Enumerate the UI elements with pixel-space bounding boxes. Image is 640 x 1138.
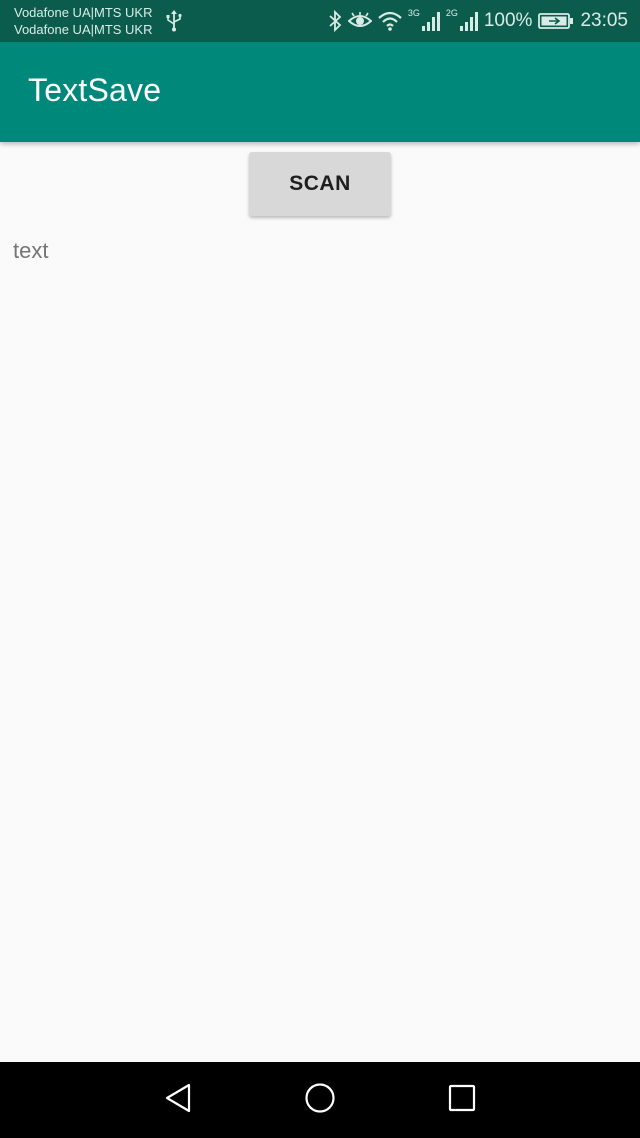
scan-button[interactable]: SCAN xyxy=(249,152,391,216)
home-icon xyxy=(304,1082,336,1118)
carrier-label-2: Vodafone UA|MTS UKR xyxy=(14,22,153,37)
status-bar: Vodafone UA|MTS UKR Vodafone UA|MTS UKR xyxy=(0,0,640,42)
back-button[interactable] xyxy=(158,1080,198,1120)
app-bar: TextSave xyxy=(0,42,640,142)
clock: 23:05 xyxy=(580,10,628,31)
carrier-label-1: Vodafone UA|MTS UKR xyxy=(14,5,153,20)
signal-icon xyxy=(421,11,440,31)
scanned-text-output: text xyxy=(13,238,49,263)
battery-percent: 100% xyxy=(483,10,533,31)
recents-icon xyxy=(448,1084,476,1116)
app-title: TextSave xyxy=(28,72,162,108)
screen: Vodafone UA|MTS UKR Vodafone UA|MTS UKR xyxy=(0,0,640,1138)
main-content: SCAN text xyxy=(0,142,640,1062)
home-button[interactable] xyxy=(300,1080,340,1120)
carrier-info: Vodafone UA|MTS UKR Vodafone UA|MTS UKR xyxy=(14,4,153,38)
battery-icon xyxy=(538,12,574,30)
eye-icon xyxy=(347,12,372,30)
usb-icon xyxy=(165,10,183,32)
network-type-2: 2G xyxy=(445,8,458,18)
navigation-bar xyxy=(0,1062,640,1138)
network-type-1: 3G xyxy=(407,8,420,18)
wifi-icon xyxy=(378,11,402,31)
signal-icon-2 xyxy=(459,11,478,31)
bluetooth-icon xyxy=(328,10,342,32)
back-icon xyxy=(163,1082,193,1118)
recents-button[interactable] xyxy=(442,1080,482,1120)
status-icons: 3G 2G 100% 23:05 xyxy=(328,0,628,42)
